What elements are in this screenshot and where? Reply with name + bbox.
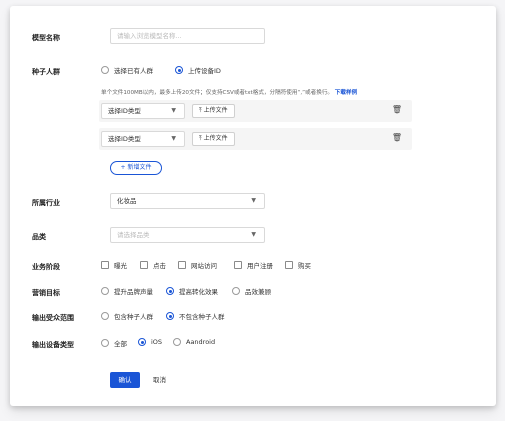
radio-label: 不包含种子人群	[179, 313, 225, 321]
industry-label: 所属行业	[32, 199, 60, 207]
confirm-button[interactable]: 确认	[110, 372, 140, 388]
radio-circle	[101, 287, 109, 295]
checkbox-exposure[interactable]: 曝光	[101, 260, 127, 270]
checkbox-click[interactable]: 点击	[140, 260, 166, 270]
checkbox-box	[178, 261, 186, 269]
business-stage-label: 业务阶段	[32, 263, 60, 271]
form-card: 模型名称 请输入浏览模型名称... 种子人群 选择已有人群 上传设备ID 单个文…	[10, 6, 496, 406]
radio-label: Aandroid	[186, 338, 216, 346]
radio-label: 全部	[114, 340, 127, 348]
model-name-input[interactable]: 请输入浏览模型名称...	[110, 28, 265, 44]
radio-brand-and-effect[interactable]: 品效兼顾	[232, 286, 271, 296]
radio-conversion[interactable]: 提高转化效果	[166, 286, 218, 296]
upload-icon: ⤒	[199, 135, 202, 142]
cancel-button[interactable]: 取消	[153, 372, 166, 388]
radio-device-all[interactable]: 全部	[101, 338, 127, 348]
checkbox-purchase[interactable]: 购买	[285, 260, 311, 270]
id-type-select[interactable]: 选择ID类型 ▼	[101, 131, 185, 147]
file-row: 选择ID类型 ▼ ⤒ 上传文件 🗑	[99, 100, 412, 122]
radio-device-ios[interactable]: iOS	[138, 338, 162, 346]
radio-circle	[101, 66, 109, 74]
radio-existing-crowd[interactable]: 选择已有人群	[101, 65, 153, 75]
radio-label: 选择已有人群	[114, 67, 153, 75]
category-placeholder: 请选择品类	[117, 231, 150, 239]
checkbox-label: 曝光	[114, 262, 127, 270]
checkbox-box	[140, 261, 148, 269]
radio-label: iOS	[151, 338, 163, 346]
id-type-value: 选择ID类型	[108, 107, 141, 115]
id-type-value: 选择ID类型	[108, 135, 141, 143]
download-sample-link[interactable]: 下载样例	[335, 90, 357, 96]
upload-file-button[interactable]: ⤒ 上传文件	[192, 104, 235, 118]
radio-circle	[101, 312, 109, 320]
caret-down-icon: ▼	[171, 135, 176, 142]
radio-label: 提高转化效果	[179, 288, 218, 296]
trash-icon[interactable]: 🗑	[392, 105, 402, 114]
radio-label: 品效兼顾	[245, 288, 271, 296]
caret-down-icon: ▼	[171, 107, 176, 114]
upload-hint-text: 单个文件100MB以内，最多上传20文件；仅支持CSV或者txt格式，分隔符使用…	[101, 90, 334, 96]
caret-down-icon: ▼	[251, 197, 256, 204]
device-type-label: 输出设备类型	[32, 341, 74, 349]
upload-icon: ⤒	[199, 107, 202, 114]
checkbox-box	[101, 261, 109, 269]
industry-value: 化妆品	[117, 197, 137, 205]
radio-circle	[101, 339, 109, 347]
caret-down-icon: ▼	[251, 231, 256, 238]
checkbox-box	[285, 261, 293, 269]
radio-circle-checked	[175, 66, 183, 74]
category-select[interactable]: 请选择品类 ▼	[110, 227, 265, 243]
industry-select[interactable]: 化妆品 ▼	[110, 193, 265, 209]
marketing-goal-label: 营销目标	[32, 289, 60, 297]
radio-device-android[interactable]: Aandroid	[173, 338, 215, 346]
checkbox-site-visit[interactable]: 网站访问	[178, 260, 217, 270]
checkbox-label: 网站访问	[191, 262, 217, 270]
checkbox-user-register[interactable]: 用户注册	[234, 260, 273, 270]
add-file-button[interactable]: + 新增文件	[110, 161, 162, 175]
category-label: 品类	[32, 233, 46, 241]
checkbox-label: 点击	[153, 262, 166, 270]
output-audience-label: 输出受众范围	[32, 314, 74, 322]
radio-exclude-seed[interactable]: 不包含种子人群	[166, 311, 225, 321]
file-row: 选择ID类型 ▼ ⤒ 上传文件 🗑	[99, 128, 412, 150]
radio-upload-device-id[interactable]: 上传设备ID	[175, 65, 221, 75]
radio-label: 包含种子人群	[114, 313, 153, 321]
trash-icon[interactable]: 🗑	[392, 133, 402, 142]
radio-label: 提升品牌声量	[114, 288, 153, 296]
radio-circle	[173, 338, 181, 346]
radio-circle-checked	[166, 287, 174, 295]
checkbox-box	[234, 261, 242, 269]
radio-circle-checked	[138, 338, 146, 346]
seed-crowd-label: 种子人群	[32, 68, 60, 76]
checkbox-label: 用户注册	[247, 262, 273, 270]
radio-include-seed[interactable]: 包含种子人群	[101, 311, 153, 321]
checkbox-label: 购买	[298, 262, 311, 270]
radio-circle-checked	[166, 312, 174, 320]
upload-hint: 单个文件100MB以内，最多上传20文件；仅支持CSV或者txt格式，分隔符使用…	[101, 88, 357, 96]
radio-circle	[232, 287, 240, 295]
radio-brand-voice[interactable]: 提升品牌声量	[101, 286, 153, 296]
radio-label: 上传设备ID	[188, 67, 221, 75]
model-name-label: 模型名称	[32, 34, 60, 42]
upload-file-label: 上传文件	[203, 107, 228, 114]
upload-file-button[interactable]: ⤒ 上传文件	[192, 132, 235, 146]
id-type-select[interactable]: 选择ID类型 ▼	[101, 103, 185, 119]
upload-file-label: 上传文件	[203, 135, 228, 142]
